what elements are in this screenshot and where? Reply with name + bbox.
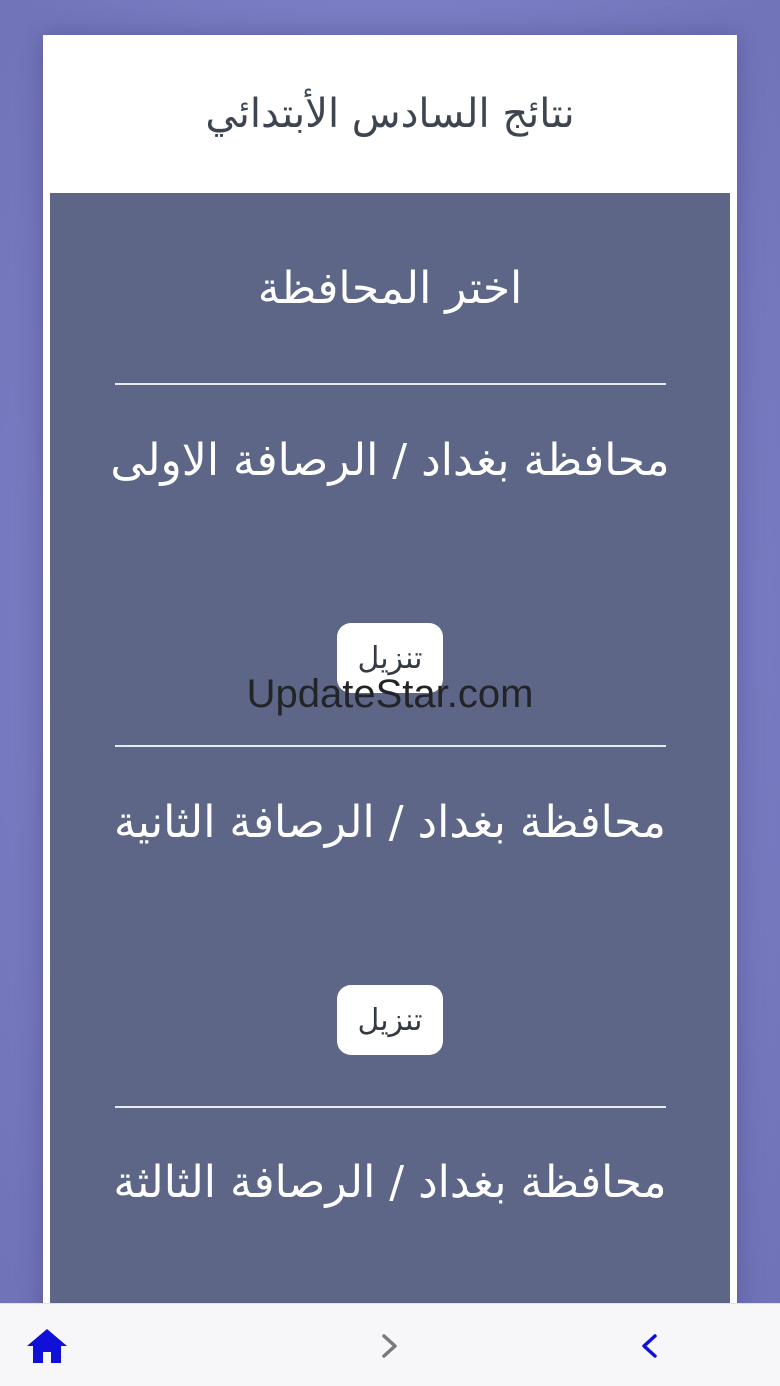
page-title: نتائج السادس الأبتدائي: [205, 91, 575, 137]
divider: [115, 1106, 666, 1108]
divider: [115, 745, 666, 747]
bottom-navigation-bar: [0, 1303, 780, 1386]
panel-heading: اختر المحافظة: [257, 263, 523, 314]
home-button[interactable]: [23, 1322, 71, 1370]
chevron-left-icon: [642, 1334, 657, 1358]
download-button[interactable]: تنزيل: [337, 623, 443, 693]
province-item-title: محافظة بغداد / الرصافة الثالثة: [113, 1157, 667, 1208]
chevron-right-icon: [382, 1334, 397, 1358]
province-panel: اختر المحافظة محافظة بغداد / الرصافة الا…: [50, 193, 730, 1313]
province-item-title: محافظة بغداد / الرصافة الاولى: [110, 435, 670, 486]
divider: [115, 383, 666, 385]
home-icon: [27, 1329, 67, 1363]
forward-button[interactable]: [366, 1322, 414, 1370]
back-button[interactable]: [626, 1322, 674, 1370]
province-item-title: محافظة بغداد / الرصافة الثانية: [114, 797, 666, 848]
download-button[interactable]: تنزيل: [337, 985, 443, 1055]
